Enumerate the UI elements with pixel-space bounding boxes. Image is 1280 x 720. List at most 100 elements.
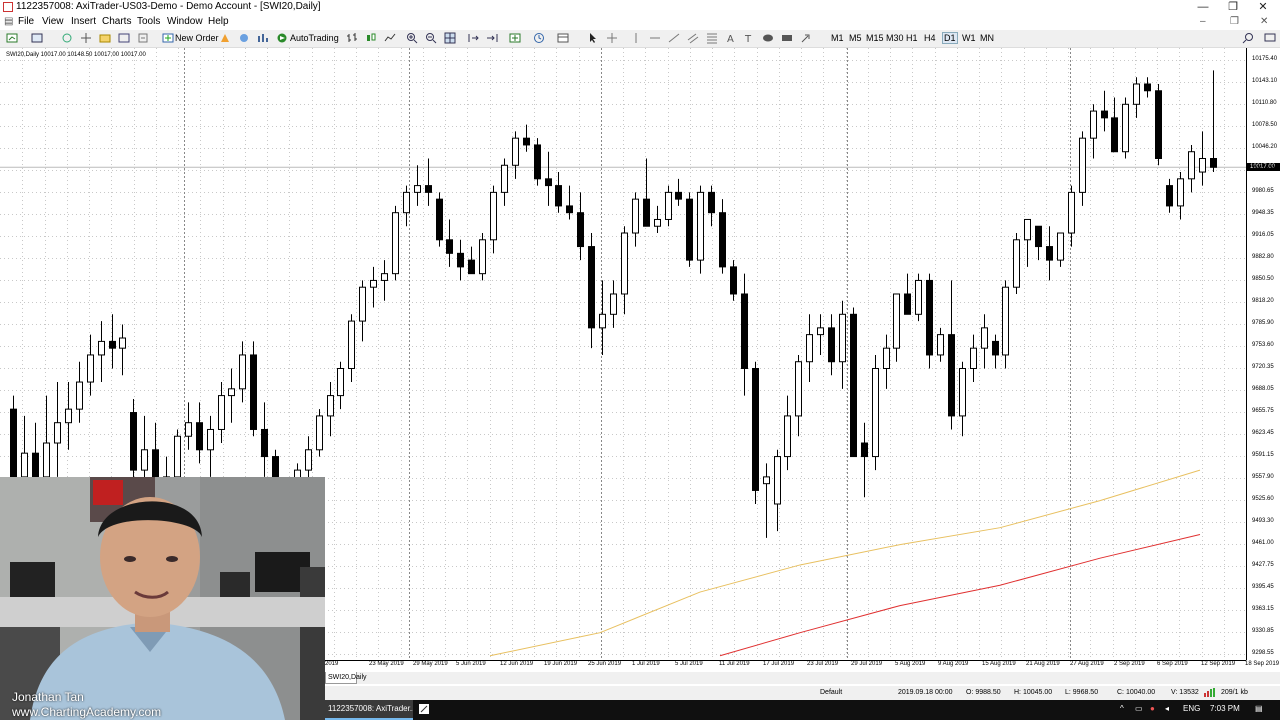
timeframe-mn[interactable]: MN: [980, 33, 994, 43]
tray-clock[interactable]: 7:03 PM: [1210, 704, 1240, 713]
templates-icon[interactable]: [557, 32, 570, 44]
menu-view[interactable]: View: [42, 16, 64, 27]
arrows-icon[interactable]: [800, 32, 813, 44]
metaeditor-icon[interactable]: [219, 32, 232, 44]
notification-icon[interactable]: ▤: [1255, 704, 1263, 713]
chat-icon[interactable]: [1264, 32, 1277, 44]
zoom-in-icon[interactable]: [406, 32, 419, 44]
status-profile[interactable]: Default: [820, 689, 842, 696]
timeframe-d1[interactable]: D1: [942, 32, 958, 44]
time-tick-label: 23 Jul 2019: [807, 661, 839, 667]
taskbar-item-mt4[interactable]: 1122357008: AxiTrader...: [325, 700, 413, 720]
mdi-close-button[interactable]: ✕: [1260, 16, 1268, 27]
candle-body: [948, 334, 955, 417]
timeframe-h4[interactable]: H4: [924, 33, 936, 43]
rectangle-icon[interactable]: [781, 32, 794, 44]
profiles-icon[interactable]: [31, 32, 44, 44]
candle-body: [610, 293, 617, 315]
price-tick-label: 9850.50: [1252, 276, 1274, 282]
price-scale[interactable]: 10017.00 10175.40 10143.10 10110.80 10078.5…: [1246, 48, 1280, 660]
price-tick-label: 9980.65: [1252, 188, 1274, 194]
fibonacci-icon[interactable]: [706, 32, 719, 44]
autotrading-icon[interactable]: [276, 32, 289, 44]
search-market-icon[interactable]: [238, 32, 251, 44]
menu-insert[interactable]: Insert: [71, 16, 96, 27]
cursor-icon[interactable]: [587, 32, 600, 44]
candle-body: [970, 347, 977, 369]
tray-chevron-icon[interactable]: ^: [1120, 704, 1124, 713]
new-order-icon[interactable]: [162, 32, 175, 44]
menu-help[interactable]: Help: [208, 16, 229, 27]
tester-icon[interactable]: [137, 32, 150, 44]
timeframe-m5[interactable]: M5: [849, 33, 862, 43]
timeframe-m15[interactable]: M15: [866, 33, 884, 43]
price-tick-label: 9688.05: [1252, 386, 1274, 392]
taskbar-snip-icon[interactable]: [418, 703, 430, 717]
horizontal-line-icon[interactable]: [649, 32, 662, 44]
timeframe-w1[interactable]: W1: [962, 33, 976, 43]
menu-app-icon[interactable]: ▤: [4, 16, 13, 27]
price-tick-label: 10078.50: [1252, 122, 1278, 128]
close-button[interactable]: ✕: [1248, 0, 1278, 15]
trendline-icon[interactable]: [668, 32, 681, 44]
candle-body: [119, 337, 126, 349]
indicators-icon[interactable]: [509, 32, 522, 44]
price-tick-label: 9493.30: [1252, 518, 1274, 524]
timeframe-m1[interactable]: M1: [831, 33, 844, 43]
price-tick-label: 9591.15: [1252, 452, 1274, 458]
zoom-out-icon[interactable]: [425, 32, 438, 44]
price-tick-label: 9525.60: [1252, 496, 1274, 502]
timeframe-h1[interactable]: H1: [906, 33, 918, 43]
navigator-icon[interactable]: [99, 32, 112, 44]
bar-chart-icon[interactable]: [346, 32, 359, 44]
candlestick-chart-icon[interactable]: [365, 32, 378, 44]
vertical-line-icon[interactable]: [630, 32, 643, 44]
candle-body: [1155, 90, 1162, 159]
text-label-icon[interactable]: T: [743, 32, 756, 44]
tile-windows-icon[interactable]: [444, 32, 457, 44]
terminal-icon[interactable]: [118, 32, 131, 44]
restore-button[interactable]: ❐: [1218, 0, 1248, 15]
minimize-button[interactable]: —: [1188, 0, 1218, 15]
menu-window[interactable]: Window: [167, 16, 203, 27]
candle-body: [250, 354, 257, 430]
candle-body: [555, 185, 562, 207]
tray-app-icon[interactable]: ●: [1150, 704, 1155, 713]
menu-charts[interactable]: Charts: [102, 16, 131, 27]
price-tick-label: 9298.55: [1252, 650, 1274, 656]
chart-shift-icon[interactable]: [467, 32, 480, 44]
tray-volume-icon[interactable]: ◂: [1165, 704, 1169, 713]
candle-body: [730, 266, 737, 295]
periods-icon[interactable]: [533, 32, 546, 44]
tray-language[interactable]: ENG: [1183, 704, 1200, 713]
signals-icon[interactable]: [257, 32, 270, 44]
menu-file[interactable]: File: [18, 16, 34, 27]
timeframe-m30[interactable]: M30: [886, 33, 904, 43]
crosshair-icon[interactable]: [606, 32, 619, 44]
menu-tools[interactable]: Tools: [137, 16, 160, 27]
tray-network-icon[interactable]: ▭: [1135, 704, 1143, 713]
data-window-icon[interactable]: [80, 32, 93, 44]
candle-body: [65, 408, 72, 424]
line-chart-icon[interactable]: [384, 32, 397, 44]
tab-swi20-daily[interactable]: SWI20,Daily: [325, 672, 367, 684]
price-tick-label: 9395.45: [1252, 584, 1274, 590]
mdi-minimize-button[interactable]: –: [1200, 16, 1206, 27]
new-order-button[interactable]: New Order: [175, 33, 219, 43]
time-tick-label: 5 Jul 2019: [675, 661, 703, 667]
equidistant-channel-icon[interactable]: [687, 32, 700, 44]
status-open: O: 9988.50: [966, 689, 1001, 696]
price-tick-label: 9753.60: [1252, 342, 1274, 348]
candle-body: [850, 313, 857, 458]
autotrading-button[interactable]: AutoTrading: [290, 33, 339, 43]
presenter-video: [0, 477, 325, 720]
candle-body: [926, 279, 933, 356]
ellipse-icon[interactable]: [762, 32, 775, 44]
text-icon[interactable]: A: [725, 32, 738, 44]
candle-body: [904, 293, 911, 315]
search-icon[interactable]: [1242, 32, 1255, 44]
market-watch-icon[interactable]: [61, 32, 74, 44]
mdi-restore-button[interactable]: ❐: [1230, 16, 1239, 27]
autoscroll-icon[interactable]: [486, 32, 499, 44]
new-chart-icon[interactable]: [6, 32, 19, 44]
